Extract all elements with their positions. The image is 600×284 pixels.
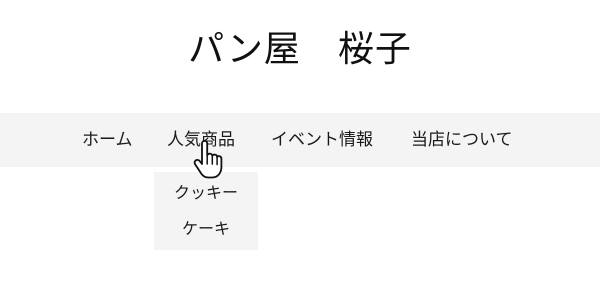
nav-item-home[interactable]: ホーム bbox=[82, 113, 133, 167]
dropdown-item-cake[interactable]: ケーキ bbox=[154, 214, 258, 244]
site-title: パン屋 桜子 bbox=[188, 29, 412, 70]
popular-products-dropdown: クッキー ケーキ bbox=[154, 172, 258, 250]
nav-item-about-store[interactable]: 当店について bbox=[411, 113, 513, 167]
pointer-hand-icon bbox=[193, 140, 223, 179]
main-nav-bar: ホーム 人気商品 イベント情報 当店について bbox=[0, 113, 600, 167]
dropdown-item-cookies[interactable]: クッキー bbox=[154, 178, 258, 208]
nav-item-event-info[interactable]: イベント情報 bbox=[271, 113, 373, 167]
